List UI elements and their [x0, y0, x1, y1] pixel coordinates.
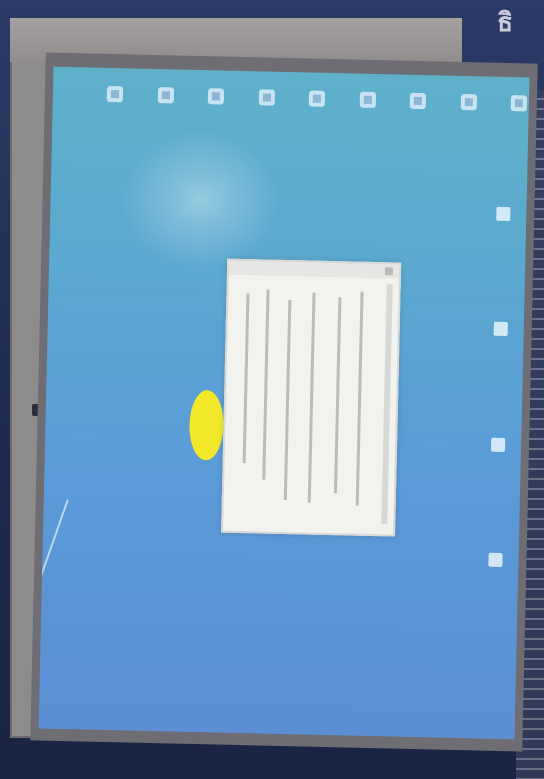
desktop-icon-4[interactable]: [258, 89, 275, 106]
desktop-icon-5[interactable]: [308, 90, 326, 107]
screen-glare: [119, 128, 283, 272]
right-icon-column: [488, 206, 512, 567]
yellow-shape: [188, 389, 225, 461]
screen-reflection: [38, 499, 69, 604]
side-icon-4[interactable]: [488, 552, 503, 567]
top-icon-row: [106, 82, 528, 116]
desktop-icon-7[interactable]: [409, 92, 427, 110]
desktop-icon-1[interactable]: [106, 85, 124, 103]
close-icon[interactable]: [384, 267, 394, 276]
text-line: [333, 297, 342, 494]
side-icon-1[interactable]: [496, 206, 511, 222]
desktop-icon-9[interactable]: [510, 95, 528, 112]
desktop-icon-6[interactable]: [359, 91, 376, 108]
desktop-screen: [38, 66, 530, 740]
text-line: [355, 291, 364, 506]
window-body: [241, 285, 386, 520]
desktop-icon-3[interactable]: [207, 88, 225, 105]
text-line: [242, 293, 250, 464]
text-line: [307, 292, 316, 503]
text-line: [283, 300, 292, 501]
text-line: [262, 289, 270, 480]
desktop-icon-8[interactable]: [460, 93, 477, 111]
desktop-icon-2[interactable]: [157, 87, 174, 104]
corner-label: ธิ: [497, 8, 513, 38]
window-titlebar[interactable]: [228, 260, 400, 279]
side-icon-3[interactable]: [490, 437, 506, 452]
side-icon-2[interactable]: [493, 322, 508, 337]
document-window[interactable]: [221, 258, 402, 537]
